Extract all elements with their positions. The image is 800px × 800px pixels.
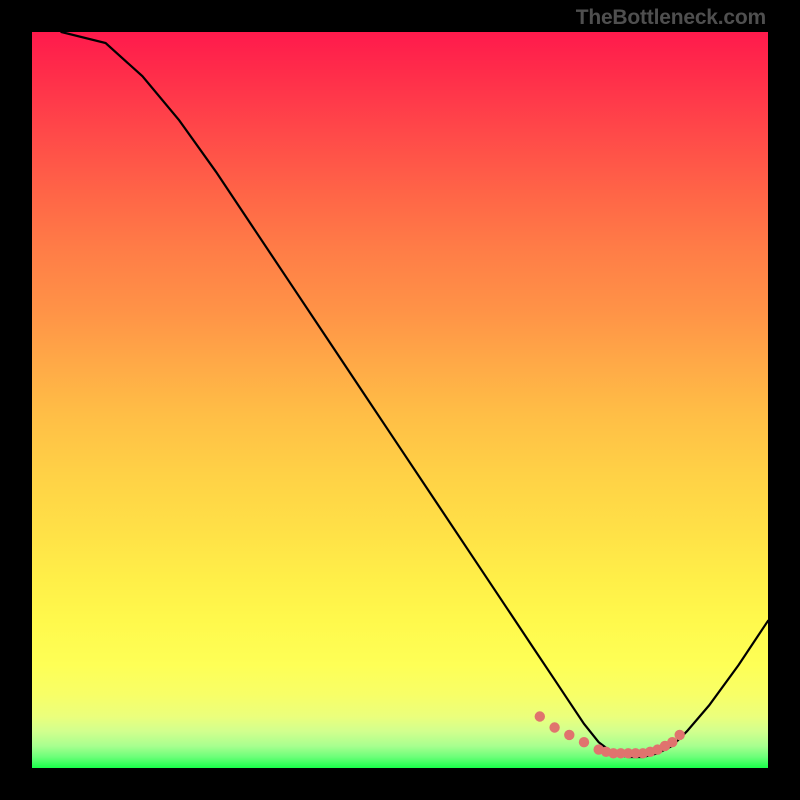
chart-container: TheBottleneck.com: [0, 0, 800, 800]
gradient-background: [32, 32, 768, 768]
attribution-text: TheBottleneck.com: [576, 6, 766, 30]
plot-area: [32, 32, 768, 768]
